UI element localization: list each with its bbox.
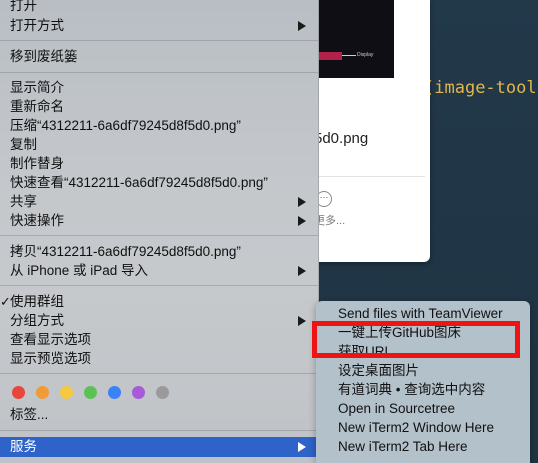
chevron-right-icon <box>298 316 306 326</box>
tag-dot-green-icon[interactable] <box>84 386 97 399</box>
menu-item-open[interactable]: 打开 <box>0 0 318 15</box>
menu-item-group-by[interactable]: 分组方式 <box>0 311 318 330</box>
menu-item-copy[interactable]: 拷贝“4312211-6a6df79245d8f5d0.png” <box>0 242 318 261</box>
menu-item-label: 重新命名 <box>10 99 64 114</box>
tag-dot-blue-icon[interactable] <box>108 386 121 399</box>
menu-separator <box>0 72 318 73</box>
menu-separator <box>0 430 318 431</box>
menu-item-label: 快速操作 <box>10 213 64 228</box>
thumbnail-bar <box>318 52 342 60</box>
menu-item-label: 分组方式 <box>10 313 64 328</box>
context-menu: 打开 打开方式 移到废纸篓 显示简介 重新命名 压缩“4312211-6a6df… <box>0 0 319 463</box>
menu-item-tags[interactable]: 标签... <box>0 405 318 424</box>
service-iterm2-window[interactable]: New iTerm2 Window Here <box>338 418 494 437</box>
menu-item-label: 复制 <box>10 137 37 152</box>
menu-item-use-groups[interactable]: ✓ 使用群组 <box>0 292 318 311</box>
menu-item-label: 拷贝“4312211-6a6df79245d8f5d0.png” <box>10 244 241 259</box>
menu-item-label: 显示预览选项 <box>10 351 91 366</box>
annotation-highlight-box <box>312 321 520 358</box>
preview-divider <box>310 176 425 177</box>
menu-item-duplicate[interactable]: 复制 <box>0 135 318 154</box>
tag-dot-purple-icon[interactable] <box>132 386 145 399</box>
menu-item-label: 标签... <box>10 407 49 422</box>
menu-item-label: 制作替身 <box>10 156 64 171</box>
chevron-right-icon <box>298 21 306 31</box>
menu-item-get-info[interactable]: 显示简介 <box>0 78 318 97</box>
menu-item-label: 服务 <box>10 439 37 454</box>
menu-separator <box>0 373 318 374</box>
menu-item-open-with[interactable]: 打开方式 <box>0 16 318 35</box>
code-identifier: image-tool <box>434 78 537 98</box>
menu-item-label: 从 iPhone 或 iPad 导入 <box>10 263 149 278</box>
service-iterm2-tab[interactable]: New iTerm2 Tab Here <box>338 437 468 456</box>
menu-item-make-alias[interactable]: 制作替身 <box>0 154 318 173</box>
menu-item-quick-actions[interactable]: 快速操作 <box>0 211 318 230</box>
menu-separator <box>0 235 318 236</box>
file-preview-panel: Display 5d0.png ··· 更多... <box>300 0 430 262</box>
service-youdao-lookup[interactable]: 有道词典 • 查询选中内容 <box>338 380 485 399</box>
menu-item-quick-look[interactable]: 快速查看“4312211-6a6df79245d8f5d0.png” <box>0 173 318 192</box>
tag-dot-orange-icon[interactable] <box>36 386 49 399</box>
menu-item-import-from-iphone[interactable]: 从 iPhone 或 iPad 导入 <box>0 261 318 280</box>
menu-item-label: 打开 <box>10 0 37 13</box>
menu-item-share[interactable]: 共享 <box>0 192 318 211</box>
tag-dot-red-icon[interactable] <box>12 386 25 399</box>
chevron-right-icon <box>298 216 306 226</box>
tag-dot-gray-icon[interactable] <box>156 386 169 399</box>
chevron-right-icon <box>298 266 306 276</box>
code-snippet: (image-tool)\ <box>424 78 538 98</box>
menu-separator <box>0 40 318 41</box>
chevron-right-icon <box>298 197 306 207</box>
desktop-screen: (image-tool)\ Display 5d0.png ··· 更多... … <box>0 0 538 463</box>
menu-item-rename[interactable]: 重新命名 <box>0 97 318 116</box>
menu-item-label: 使用群组 <box>10 294 64 309</box>
thumbnail-line <box>342 55 356 56</box>
menu-item-label: 显示简介 <box>10 80 64 95</box>
menu-item-label: 查看显示选项 <box>10 332 91 347</box>
preview-thumbnail[interactable]: Display <box>318 0 394 78</box>
menu-item-label: 打开方式 <box>10 18 64 33</box>
menu-item-label: 移到废纸篓 <box>10 49 78 64</box>
chevron-right-icon <box>298 442 306 452</box>
preview-filename: 5d0.png <box>314 130 369 147</box>
menu-item-label: 快速查看“4312211-6a6df79245d8f5d0.png” <box>10 175 268 190</box>
service-set-desktop-picture[interactable]: 设定桌面图片 <box>338 361 419 380</box>
tag-dot-yellow-icon[interactable] <box>60 386 73 399</box>
menu-item-show-preview-options[interactable]: 显示预览选项 <box>0 349 318 368</box>
service-open-sourcetree[interactable]: Open in Sourcetree <box>338 399 455 418</box>
menu-item-compress[interactable]: 压缩“4312211-6a6df79245d8f5d0.png” <box>0 116 318 135</box>
menu-separator <box>0 285 318 286</box>
menu-item-label: 压缩“4312211-6a6df79245d8f5d0.png” <box>10 118 241 133</box>
menu-item-show-view-options[interactable]: 查看显示选项 <box>0 330 318 349</box>
thumbnail-label: Display <box>357 52 374 58</box>
menu-item-services[interactable]: 服务 <box>0 437 318 457</box>
menu-item-label: 共享 <box>10 194 37 209</box>
menu-item-move-to-trash[interactable]: 移到废纸篓 <box>0 47 318 66</box>
